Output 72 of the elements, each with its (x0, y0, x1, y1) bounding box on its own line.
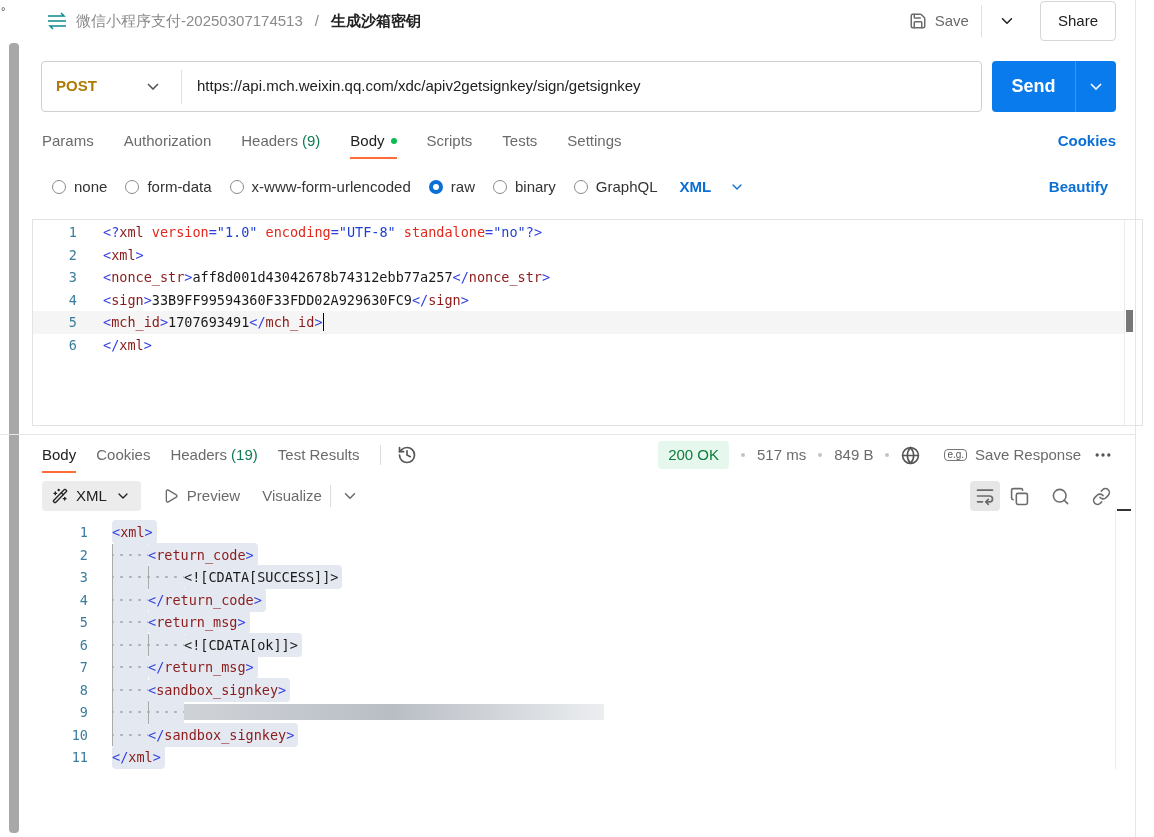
cookies-link[interactable]: Cookies (1057, 129, 1116, 153)
wand-icon (52, 488, 68, 504)
line-number: 4 (78, 590, 88, 610)
tab[interactable]: Params (42, 123, 94, 159)
response-format-dropdown[interactable]: XML (42, 481, 141, 511)
url-field[interactable]: https://api.mch.weixin.qq.com/xdc/apiv2getsignkey/sign/getsignkey (182, 75, 641, 98)
tab[interactable]: Tests (502, 123, 538, 159)
line-number: 6 (78, 635, 88, 655)
tab[interactable]: Scripts (426, 123, 473, 159)
tab[interactable]: Body (42, 437, 77, 473)
tab[interactable]: Headers (9) (241, 123, 321, 159)
breadcrumb-separator: / (314, 10, 319, 31)
globe-icon[interactable] (901, 445, 921, 465)
tab[interactable]: Settings (567, 123, 622, 159)
line-number: 5 (67, 313, 77, 333)
line-number: 8 (78, 680, 88, 700)
line-number: 1 (67, 223, 77, 243)
line-number: 3 (67, 268, 77, 288)
editor-scrollbar (1126, 310, 1133, 332)
code-line: <nonce_str>aff8d001d43042678b74312ebb77a257</nonce_str> (103, 268, 551, 288)
radio-option[interactable]: x-www-form-urlencoded (229, 175, 411, 199)
line-number: 9 (78, 703, 88, 723)
code-line: <xml> (103, 245, 144, 265)
visualize-button[interactable]: Visualize (262, 484, 331, 508)
code-line: <?xml version="1.0" encoding="UTF-8" standalone="no"?> (103, 223, 542, 243)
http-icon (46, 12, 68, 30)
save-button[interactable]: Save (908, 5, 982, 37)
tab[interactable]: Headers (19) (170, 437, 258, 473)
link-icon[interactable] (1092, 486, 1111, 506)
radio-option[interactable]: raw (428, 175, 475, 199)
save-icon (908, 12, 927, 30)
line-number: 4 (67, 290, 77, 310)
corner-mark: ° (1, 6, 6, 17)
radio-option[interactable]: none (52, 175, 108, 199)
wrap-icon (975, 486, 995, 506)
line-number: 5 (78, 613, 88, 633)
tab[interactable]: Body (350, 123, 397, 159)
code-line: </xml> (103, 335, 152, 355)
request-title: 生成沙箱密钥 (330, 10, 421, 31)
tab[interactable]: Test Results (277, 437, 360, 473)
response-size: 849 B (834, 444, 874, 465)
response-time: 517 ms (757, 444, 807, 465)
copy-icon[interactable] (1010, 486, 1029, 506)
search-icon[interactable] (1051, 486, 1070, 506)
preview-button[interactable]: Preview (162, 484, 241, 508)
radio-option[interactable]: form-data (125, 175, 212, 199)
example-label: e.g. (944, 449, 968, 461)
line-number: 6 (67, 335, 77, 355)
status-badge: 200 OK (658, 440, 729, 470)
line-number: 10 (70, 725, 88, 745)
share-button[interactable]: Share (1039, 1, 1116, 41)
line-number: 2 (78, 545, 88, 565)
history-icon[interactable] (396, 445, 417, 465)
line-number: 2 (67, 245, 77, 265)
radio-option[interactable]: GraphQL (573, 175, 658, 199)
beautify-link[interactable]: Beautify (1048, 175, 1108, 199)
method-dropdown[interactable]: POST (42, 69, 182, 104)
code-line: <sign>33B9FF99594360F33FDD02A929630FC9</sign> (103, 290, 469, 310)
line-number: 11 (70, 748, 88, 768)
radio-option[interactable]: binary (492, 175, 556, 199)
code-line: <mch_id>1707693491</mch_id> (103, 313, 323, 333)
save-response-button[interactable]: Save Response (975, 443, 1081, 467)
wrap-toggle[interactable] (970, 481, 1000, 511)
tab[interactable]: Cookies (96, 437, 151, 473)
line-number: 7 (78, 658, 88, 678)
breadcrumb-collection[interactable]: 微信小程序支付-20250307174513 (76, 9, 303, 33)
line-number: 1 (78, 523, 88, 543)
format-dropdown[interactable]: XML (679, 175, 746, 199)
chevron-down-icon (1090, 83, 1102, 90)
line-number: 3 (78, 568, 88, 588)
tab[interactable]: Authorization (123, 123, 212, 159)
chevron-down-icon (147, 83, 159, 90)
